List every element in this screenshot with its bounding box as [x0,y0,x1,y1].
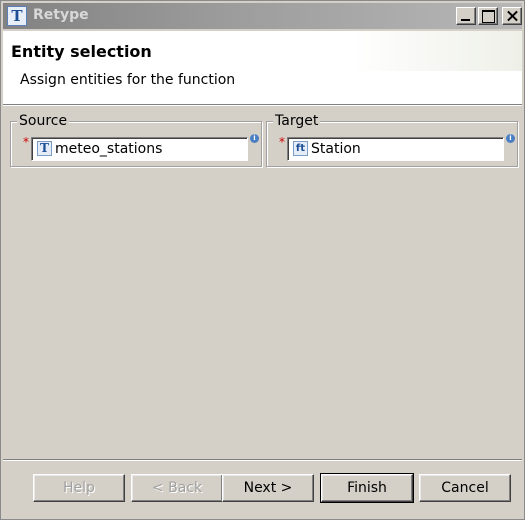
source-entity-field[interactable]: T meteo_stations [31,137,248,161]
required-marker: * [279,135,285,149]
header-banner [352,31,522,71]
type-icon: T [7,6,27,26]
finish-button[interactable]: Finish [320,473,414,503]
feature-type-icon: ft [293,141,308,156]
minimize-button[interactable] [456,7,476,25]
cancel-button[interactable]: Cancel [419,474,511,502]
title-bar[interactable]: T Retype [3,3,522,29]
page-description: Assign entities for the function [20,72,236,88]
target-entity-value: Station [311,141,361,157]
target-group: Target * ft Station i [266,113,518,167]
wizard-header: Entity selection Assign entities for the… [3,31,522,104]
info-icon[interactable]: i [506,134,515,143]
info-icon[interactable]: i [250,134,259,143]
help-button[interactable]: Help [33,474,125,502]
back-button[interactable]: < Back [131,474,223,502]
header-divider [3,104,522,106]
source-legend: Source [17,113,70,129]
target-entity-field[interactable]: ft Station [287,137,504,161]
close-button[interactable] [502,7,522,25]
source-group: Source * T meteo_stations i [10,113,262,167]
retype-dialog: T Retype Entity selection Assign entitie… [0,0,525,520]
source-entity-value: meteo_stations [55,141,163,157]
window-title: Retype [33,7,89,23]
type-icon: T [37,141,52,156]
required-marker: * [23,135,29,149]
maximize-button[interactable] [478,7,498,25]
footer-divider [3,459,522,461]
next-button[interactable]: Next > [222,474,314,502]
page-title: Entity selection [11,42,152,61]
target-legend: Target [273,113,321,129]
